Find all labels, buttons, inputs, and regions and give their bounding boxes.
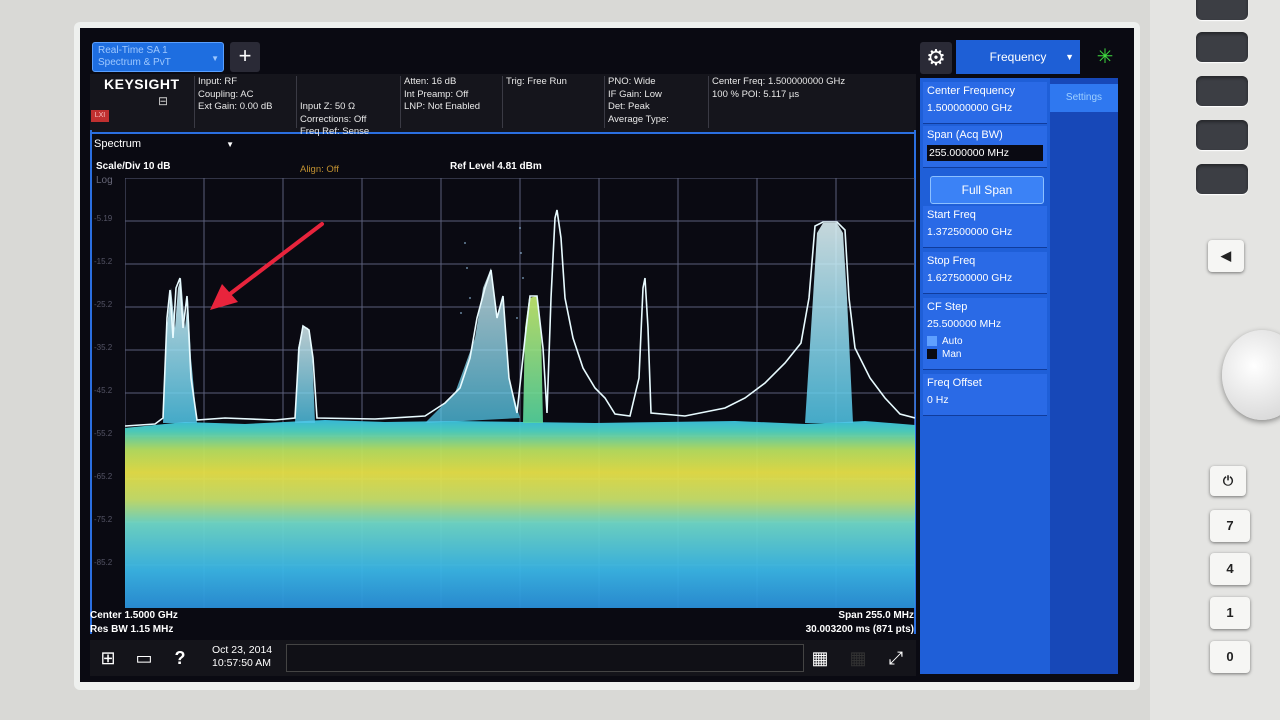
span-readout: Span 255.0 MHz [838,610,914,621]
system-key[interactable]: ⏻ [1210,466,1246,496]
brand-logo: KEYSIGHT [104,76,180,92]
softkey-value: 1.372500000 GHz [927,226,1013,238]
hw-key[interactable] [1196,0,1248,20]
date-text: Oct 23, 2014 [212,644,273,656]
softkey-span[interactable]: Span (Acq BW) 255.000000 MHz [923,126,1047,168]
bw-settings[interactable]: PNO: Wide IF Gain: Low Det: Peak Average… [604,76,669,128]
softkey-value[interactable]: 255.000000 MHz [927,145,1043,161]
atten-settings[interactable]: Atten: 16 dB Int Preamp: Off LNP: Not En… [400,76,480,128]
measurement-info-bar: KEYSIGHT ⊟ LXI Input: RF Coupling: AC Ex… [90,74,916,175]
sweep-time-readout: 30.003200 ms (871 pts) [805,624,914,635]
softkey-value: 25.500000 MHz [927,318,1002,330]
windows-icon[interactable]: ⊞ [94,644,122,672]
scale-per-div: Scale/Div 10 dB [96,161,171,172]
num-key-1[interactable]: 1 [1210,597,1250,629]
annotation-arrow-icon [210,222,324,310]
y-tick-label: -45.2 [94,386,113,395]
chevron-down-icon: ▼ [211,54,219,63]
tab-line2: Spectrum & PvT [98,57,171,68]
input-z-settings[interactable]: Input Z: 50 Ω Corrections: Off Freq Ref:… [296,76,369,175]
gear-icon[interactable]: ⚙ [920,42,952,74]
softkey-label: Stop Freq [927,255,976,267]
tab-realtime-sa[interactable]: Real-Time SA 1 Spectrum & PvT ▼ [92,42,224,72]
lxi-badge: LXI [91,110,109,122]
back-arrow-key[interactable]: ◀ [1208,240,1244,272]
softkey-freq-offset[interactable]: Freq Offset 0 Hz [923,374,1047,416]
softkey-label: Freq Offset [927,377,982,389]
softkey-tab-strip [1050,78,1118,674]
y-tick-label: -55.2 [94,429,113,438]
center-freq-readout: Center 1.5000 GHz [90,610,178,621]
softkey-center-frequency[interactable]: Center Frequency 1.500000000 GHz [923,82,1047,124]
date-time: Oct 23, 2014 10:57:50 AM [212,644,272,670]
time-text: 10:57:50 AM [212,657,271,669]
folder-icon[interactable]: ▭ [130,644,158,672]
hw-key[interactable] [1196,32,1248,62]
window-title: Spectrum [94,138,142,150]
softkey-label: Start Freq [927,209,976,221]
align-status: Align: Off [300,163,339,175]
softkey-value: 0 Hz [927,394,949,406]
window-title-dropdown[interactable]: Spectrum ▼ [94,138,234,154]
y-tick-label: -75.2 [94,515,113,524]
remote-icon: ⊟ [158,94,169,108]
scale-type: Log [96,175,113,186]
add-tab-button[interactable]: + [230,42,260,72]
busy-spinner-icon: ✳ [1096,46,1114,68]
softkey-label: Span (Acq BW) [927,129,1003,141]
input-settings[interactable]: Input: RF Coupling: AC Ext Gain: 0.00 dB [194,76,272,128]
full-span-button[interactable]: Full Span [930,176,1044,204]
chevron-down-icon: ▼ [1065,52,1074,62]
menu-frequency[interactable]: Frequency ▼ [956,40,1080,74]
y-tick-label: -25.2 [94,300,113,309]
radio-indicator [927,349,937,360]
num-key-7[interactable]: 7 [1210,510,1250,542]
fullscreen-icon[interactable]: ⤢ [882,644,910,672]
zoom-window-icon[interactable]: ▦ [844,644,872,672]
num-key-0[interactable]: 0 [1210,641,1250,673]
cf-step-man-option[interactable]: Man [927,348,1043,361]
softkey-label: Center Frequency [927,85,1016,97]
frequency-settings[interactable]: Center Freq: 1.500000000 GHz 100 % POI: … [708,76,845,128]
num-key-4[interactable]: 4 [1210,553,1250,585]
y-tick-label: -35.2 [94,343,113,352]
cf-step-auto-option[interactable]: Auto [927,335,1043,348]
hw-key[interactable] [1196,76,1248,106]
auto-label: Auto [942,336,963,347]
ref-level[interactable]: Ref Level 4.81 dBm [450,161,542,172]
hw-key[interactable] [1196,164,1248,194]
multi-window-icon[interactable]: ▦ [806,644,834,672]
y-tick-label: -15.2 [94,257,113,266]
y-tick-label: -5.19 [94,214,113,223]
radio-indicator [927,336,937,347]
chevron-down-icon: ▼ [226,140,234,149]
help-icon[interactable]: ? [166,644,194,672]
input-z-text: Input Z: 50 Ω Corrections: Off Freq Ref:… [300,101,370,137]
softkey-value: 1.627500000 GHz [927,272,1013,284]
softkey-value: 1.500000000 GHz [927,102,1013,114]
message-bar [286,644,804,672]
man-label: Man [942,349,962,360]
trigger-settings[interactable]: Trig: Free Run [502,76,567,128]
y-tick-label: -65.2 [94,472,113,481]
tab-line1: Real-Time SA 1 [98,45,168,56]
softkey-start-freq[interactable]: Start Freq 1.372500000 GHz [923,206,1047,248]
softkey-cf-step[interactable]: CF Step 25.500000 MHz Auto Man [923,298,1047,370]
softkey-stop-freq[interactable]: Stop Freq 1.627500000 GHz [923,252,1047,294]
hw-key[interactable] [1196,120,1248,150]
softkey-label: CF Step [927,301,968,313]
analyzer-screen: Real-Time SA 1 Spectrum & PvT ▼ + ⚙ Freq… [80,28,1134,682]
density-noise-floor [125,420,915,608]
tab-settings[interactable]: Settings [1050,84,1118,112]
menu-title: Frequency [989,50,1047,64]
res-bw-readout: Res BW 1.15 MHz [90,624,174,635]
y-tick-label: -85.2 [94,558,113,567]
taskbar: ⊞ ▭ ? Oct 23, 2014 10:57:50 AM ▦ ▦ ⤢ [90,640,916,676]
